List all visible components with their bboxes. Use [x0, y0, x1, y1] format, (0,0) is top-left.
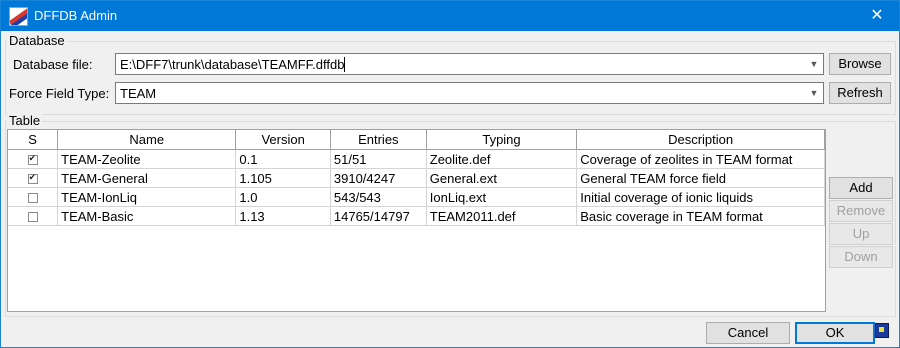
cell-entries: 51/51	[330, 149, 427, 169]
cell-typing: IonLiq.ext	[426, 187, 578, 207]
cell-version: 1.0	[235, 187, 331, 207]
row-checkbox[interactable]	[27, 193, 38, 204]
column-header-description[interactable]: Description	[576, 130, 825, 150]
cell-version: 0.1	[235, 149, 331, 169]
remove-button[interactable]: Remove	[829, 200, 893, 222]
column-header-s[interactable]: S	[8, 130, 59, 150]
table-group-label: Table	[7, 113, 43, 128]
cell-name: TEAM-Basic	[57, 206, 237, 226]
up-button[interactable]: Up	[829, 223, 893, 245]
cell-description: General TEAM force field	[576, 168, 825, 188]
cell-name: TEAM-Zeolite	[57, 149, 237, 169]
add-button[interactable]: Add	[829, 177, 893, 199]
close-icon[interactable]: ✕	[855, 1, 899, 31]
cell-description: Initial coverage of ionic liquids	[576, 187, 825, 207]
title-bar[interactable]: DFFDB Admin ✕	[1, 1, 899, 31]
text-caret	[344, 57, 346, 72]
cell-version: 1.13	[235, 206, 331, 226]
table-row[interactable]: TEAM-IonLiq 1.0 543/543 IonLiq.ext Initi…	[8, 187, 825, 207]
database-group-label: Database	[7, 33, 67, 48]
cell-entries: 14765/14797	[330, 206, 427, 226]
chevron-down-icon[interactable]: ▼	[805, 83, 823, 103]
row-checkbox[interactable]	[27, 172, 38, 185]
database-file-combo[interactable]: E:\DFF7\trunk\database\TEAMFF.dffdb ▼	[115, 53, 824, 75]
force-field-table: S Name Version Entries Typing Descriptio…	[7, 129, 826, 312]
cell-typing: TEAM2011.def	[426, 206, 578, 226]
browse-button[interactable]: Browse	[829, 53, 891, 75]
column-header-typing[interactable]: Typing	[426, 130, 578, 150]
table-row[interactable]: TEAM-Basic 1.13 14765/14797 TEAM2011.def…	[8, 206, 825, 226]
force-field-type-value: TEAM	[120, 86, 157, 101]
dffdb-admin-window: DFFDB Admin ✕ Database Database file: E:…	[0, 0, 900, 348]
database-file-value: E:\DFF7\trunk\database\TEAMFF.dffdb	[120, 57, 345, 72]
force-field-type-label: Force Field Type:	[9, 86, 110, 101]
row-checkbox[interactable]	[27, 212, 38, 223]
down-button[interactable]: Down	[829, 246, 893, 268]
cell-description: Coverage of zeolites in TEAM format	[576, 149, 825, 169]
cell-name: TEAM-General	[57, 168, 237, 188]
cell-typing: General.ext	[426, 168, 578, 188]
ok-button[interactable]: OK	[795, 322, 875, 344]
table-header-row: S Name Version Entries Typing Descriptio…	[8, 130, 825, 150]
help-icon[interactable]	[875, 323, 889, 338]
column-header-name[interactable]: Name	[57, 130, 237, 150]
cell-entries: 3910/4247	[330, 168, 427, 188]
force-field-type-combo[interactable]: TEAM ▼	[115, 82, 824, 104]
column-header-entries[interactable]: Entries	[330, 130, 427, 150]
row-checkbox[interactable]	[27, 153, 38, 166]
table-row[interactable]: TEAM-Zeolite 0.1 51/51 Zeolite.def Cover…	[8, 149, 825, 169]
database-file-label: Database file:	[13, 57, 93, 72]
chevron-down-icon[interactable]: ▼	[805, 54, 823, 74]
cell-version: 1.105	[235, 168, 331, 188]
cancel-button[interactable]: Cancel	[706, 322, 790, 344]
column-header-version[interactable]: Version	[235, 130, 331, 150]
cell-description: Basic coverage in TEAM format	[576, 206, 825, 226]
dffdb-app-icon	[9, 7, 28, 26]
window-title: DFFDB Admin	[34, 8, 118, 23]
cell-name: TEAM-IonLiq	[57, 187, 237, 207]
cell-entries: 543/543	[330, 187, 427, 207]
cell-typing: Zeolite.def	[426, 149, 578, 169]
table-row[interactable]: TEAM-General 1.105 3910/4247 General.ext…	[8, 168, 825, 188]
refresh-button[interactable]: Refresh	[829, 82, 891, 104]
